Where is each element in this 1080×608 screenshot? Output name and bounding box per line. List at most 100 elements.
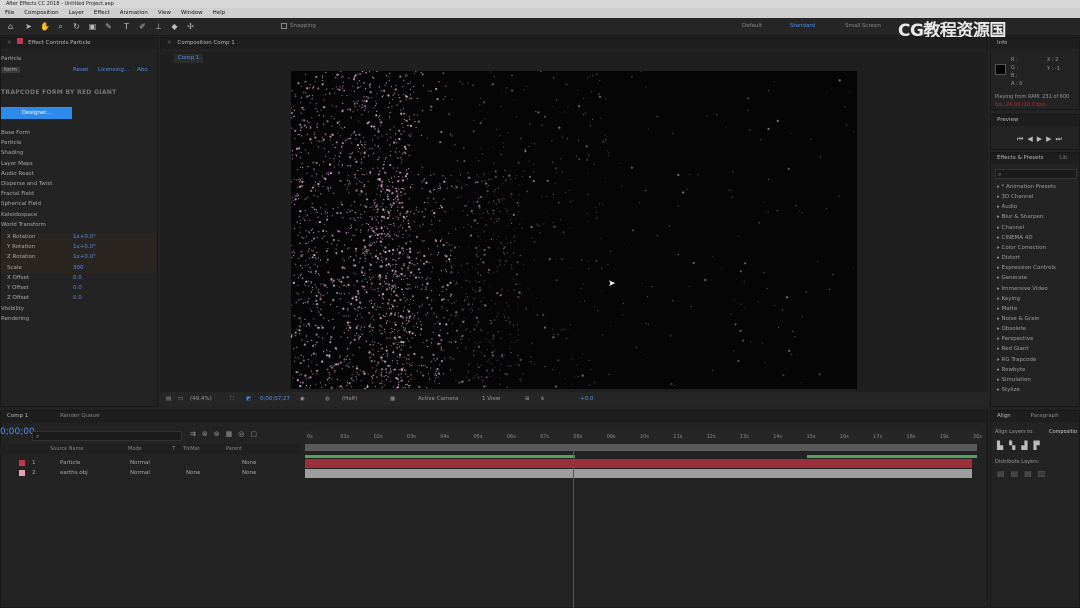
paragraph-tab[interactable]: Paragraph [1031, 413, 1059, 419]
layer-track-bar[interactable] [305, 469, 972, 478]
composition-tab[interactable]: ✕ Composition Comp 1 [161, 38, 987, 49]
align-buttons[interactable]: ▙▚▟▛ [997, 441, 1046, 450]
menu-help[interactable]: Help [208, 8, 231, 18]
transparency-icon[interactable]: ◩ [246, 392, 251, 406]
effects-category[interactable]: Stylize [997, 387, 1020, 393]
close-icon[interactable]: ✕ [7, 40, 12, 46]
effects-category[interactable]: Keying [997, 296, 1020, 302]
layer-mode[interactable]: Normal [130, 468, 150, 478]
designer-button[interactable]: Designer... [1, 107, 72, 119]
layer-mode[interactable]: Normal [130, 458, 150, 468]
distribute-left-icon[interactable]: ▥ [1038, 469, 1052, 478]
graph-editor-icon[interactable]: ▢ [250, 430, 263, 438]
property-value[interactable]: 1x+0.0° [73, 244, 96, 250]
menu-effect[interactable]: Effect [89, 8, 115, 18]
preview-tab[interactable]: Preview [991, 115, 1079, 126]
last-frame-icon[interactable]: ⏭ [1055, 135, 1065, 143]
timeline-comp-tab[interactable]: Comp 1 [7, 413, 28, 419]
grid-icon[interactable]: ▤ [166, 392, 171, 406]
effects-category[interactable]: * Animation Presets [997, 184, 1056, 190]
workspace-default[interactable]: Default [742, 23, 762, 29]
stamp-tool-icon[interactable]: ⊥ [154, 22, 163, 31]
effects-category[interactable]: Simulation [997, 377, 1031, 383]
property-value[interactable]: 300 [73, 265, 84, 271]
camera-dropdown[interactable]: Active Camera [418, 392, 458, 406]
puppet-tool-icon[interactable]: ✢ [186, 22, 195, 31]
resolution-dropdown[interactable]: (Half) [342, 392, 357, 406]
effect-group[interactable]: Disperse and Twist [1, 181, 52, 187]
effect-group[interactable]: World Transform [1, 222, 46, 228]
timeline-current-time[interactable]: 0;00;00 [0, 427, 35, 437]
about-link[interactable]: Abo [137, 67, 148, 73]
effect-group[interactable]: Base Form [1, 130, 30, 136]
layer-color-label[interactable] [19, 460, 25, 466]
effect-group[interactable]: Visibility [1, 306, 24, 312]
playhead[interactable] [573, 444, 575, 608]
effects-category[interactable]: 3D Channel [997, 194, 1034, 200]
home-icon[interactable]: ⌂ [6, 22, 15, 31]
comp-canvas[interactable]: ➤ [291, 71, 857, 389]
layer-parent[interactable]: None [242, 458, 256, 468]
property-value[interactable]: 0.0 [73, 285, 82, 291]
play-icon[interactable]: ▶ [1037, 135, 1046, 143]
prev-frame-icon[interactable]: ◀ [1027, 135, 1036, 143]
draft-3d-icon[interactable]: ⊛ [202, 430, 214, 438]
effects-category[interactable]: RG Trapcode [997, 357, 1037, 363]
effects-category[interactable]: Noise & Grain [997, 316, 1040, 322]
hand-tool-icon[interactable]: ✋ [40, 22, 50, 31]
monitor-icon[interactable]: ▭ [178, 392, 183, 406]
effects-presets-tab[interactable]: Effects & Presets Lib [991, 153, 1079, 164]
effect-tag[interactable]: form [1, 67, 20, 73]
align-tab[interactable]: Align Paragraph [991, 411, 1079, 422]
fast-preview-icon[interactable]: ▦ [390, 392, 395, 406]
effects-category[interactable]: CINEMA 4D [997, 235, 1033, 241]
timeline-switches[interactable]: ⇉⊛⊚▦◎▢ [190, 430, 263, 438]
time-ruler[interactable]: 0s 01s 02s 03s 04s 05s 06s 07s 08s 09s 10s 11s 12s 13… [305, 430, 982, 444]
timeline-search-input[interactable]: ⌕ [32, 431, 182, 441]
effect-group[interactable]: Kaleidospace [1, 212, 37, 218]
menu-layer[interactable]: Layer [64, 8, 89, 18]
workspace-small-screen[interactable]: Small Screen [845, 23, 881, 29]
licensing-link[interactable]: Licensing... [98, 67, 129, 73]
align-to-dropdown[interactable]: Compositio [1049, 429, 1077, 435]
current-timecode[interactable]: 0;00;07;27 [260, 392, 290, 406]
effects-category[interactable]: Expression Controls [997, 265, 1056, 271]
playback-controls[interactable]: ⏮◀▶▶⏭ [1017, 135, 1066, 144]
first-frame-icon[interactable]: ⏮ [1017, 135, 1027, 143]
exposure-value[interactable]: +0.0 [580, 392, 593, 406]
effects-category[interactable]: Generate [997, 275, 1028, 281]
layer-trkmat[interactable]: None [186, 468, 200, 478]
views-dropdown[interactable]: 1 View [482, 392, 500, 406]
effects-category[interactable]: Immersive Video [997, 286, 1048, 292]
layer-row[interactable]: 1 Particle Normal None [0, 458, 302, 468]
distribute-vcenter-icon[interactable]: ▤ [1011, 469, 1025, 478]
effect-group[interactable]: Fractal Field [1, 191, 34, 197]
align-left-icon[interactable]: ▙ [997, 441, 1009, 450]
effect-group[interactable]: Rendering [1, 316, 29, 322]
effects-category[interactable]: Channel [997, 225, 1025, 231]
channel-icon[interactable]: ◍ [325, 392, 330, 406]
effect-group[interactable]: Spherical Field [1, 201, 41, 207]
render-icon[interactable]: ⊞ [525, 392, 530, 406]
effects-category[interactable]: Audio [997, 204, 1018, 210]
layer-row[interactable]: 2 earths.obj Normal None None [0, 468, 302, 478]
selection-tool-icon[interactable]: ➤ [24, 22, 33, 31]
layer-color-label[interactable] [19, 470, 25, 476]
distribute-buttons[interactable]: ▤▤▤▥ [997, 469, 1051, 478]
menu-view[interactable]: View [153, 8, 176, 18]
zoom-dropdown[interactable]: (49.4%) [190, 392, 212, 406]
effects-category[interactable]: Distort [997, 255, 1021, 261]
menu-composition[interactable]: Composition [19, 8, 63, 18]
property-value[interactable]: 0.0 [73, 275, 82, 281]
eraser-tool-icon[interactable]: ◆ [170, 22, 179, 31]
align-right-icon[interactable]: ▟ [1021, 441, 1033, 450]
effect-group[interactable]: Layer Maps [1, 161, 33, 167]
pen-tool-icon[interactable]: ✎ [104, 22, 113, 31]
effects-category[interactable]: Red Giant [997, 346, 1029, 352]
effects-category[interactable]: Color Correction [997, 245, 1047, 251]
workspace-standard[interactable]: Standard [790, 23, 815, 29]
effects-category[interactable]: Matte [997, 306, 1018, 312]
motion-blur-icon[interactable]: ◎ [238, 430, 250, 438]
render-queue-tab[interactable]: Render Queue [60, 413, 99, 419]
effect-controls-tab[interactable]: ✕ Effect Controls Particle [1, 38, 157, 49]
